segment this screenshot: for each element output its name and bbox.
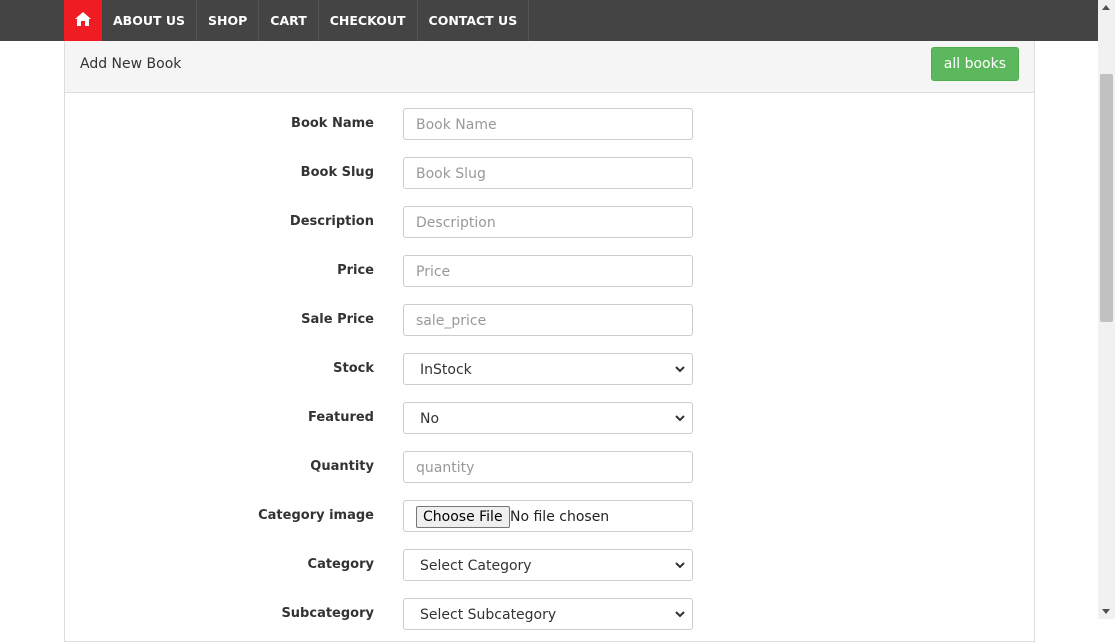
book-slug-input[interactable]: Book Slug — [403, 157, 693, 189]
category-image-row: Category image Choose File No file chose… — [65, 500, 1034, 534]
nav-shop[interactable]: SHOP — [197, 0, 260, 41]
nav-checkout[interactable]: CHECKOUT — [319, 0, 418, 41]
description-row: Description Description — [65, 206, 1034, 240]
nav-about-us-label: ABOUT US — [113, 13, 186, 28]
subcategory-select[interactable]: Select Subcategory — [403, 598, 693, 630]
subcategory-row: Subcategory Select Subcategory — [65, 598, 1034, 632]
description-input[interactable]: Description — [403, 206, 693, 238]
featured-label: Featured — [308, 410, 374, 425]
panel-heading: Add New Book all books — [65, 41, 1034, 93]
quantity-label: Quantity — [310, 459, 374, 474]
category-image-label: Category image — [258, 508, 374, 523]
stock-value: InStock — [420, 362, 472, 378]
category-select[interactable]: Select Category — [403, 549, 693, 581]
category-row: Category Select Category — [65, 549, 1034, 583]
page-title: Add New Book — [80, 56, 182, 72]
book-name-input[interactable]: Book Name — [403, 108, 693, 140]
subcategory-value: Select Subcategory — [420, 607, 557, 623]
add-book-panel: Add New Book all books Book Name Book Na… — [64, 41, 1035, 642]
all-books-button[interactable]: all books — [930, 47, 1019, 81]
nav-shop-label: SHOP — [208, 13, 248, 28]
stock-label: Stock — [333, 361, 374, 376]
price-row: Price Price — [65, 255, 1034, 289]
nav-checkout-label: CHECKOUT — [329, 13, 406, 28]
nav-about-us[interactable]: ABOUT US — [102, 0, 198, 41]
nav-cart-label: CART — [270, 13, 307, 28]
main-nav: ABOUT US SHOP CART CHECKOUT CONTACT US — [64, 0, 530, 41]
nav-cart[interactable]: CART — [259, 0, 319, 41]
page-scrollbar[interactable] — [1098, 0, 1115, 619]
book-slug-label: Book Slug — [300, 165, 374, 180]
file-status: No file chosen — [510, 509, 610, 525]
category-value: Select Category — [420, 558, 532, 574]
book-name-label: Book Name — [291, 116, 374, 131]
stock-select[interactable]: InStock — [403, 353, 693, 385]
chevron-down-icon — [674, 550, 686, 582]
price-input[interactable]: Price — [403, 255, 693, 287]
book-name-row: Book Name Book Name — [65, 108, 1034, 142]
nav-contact-us-label: CONTACT US — [428, 13, 518, 28]
nav-contact-us[interactable]: CONTACT US — [418, 0, 530, 41]
featured-value: No — [420, 411, 440, 427]
quantity-row: Quantity quantity — [65, 451, 1034, 485]
quantity-input[interactable]: quantity — [403, 451, 693, 483]
chevron-down-icon — [674, 403, 686, 435]
book-slug-row: Book Slug Book Slug — [65, 157, 1034, 191]
choose-file-button[interactable]: Choose File — [416, 506, 510, 528]
top-navbar: ABOUT US SHOP CART CHECKOUT CONTACT US — [0, 0, 1098, 41]
nav-home-link[interactable] — [64, 0, 102, 41]
home-icon — [74, 11, 92, 31]
sale-price-row: Sale Price sale_price — [65, 304, 1034, 338]
category-image-file-input[interactable]: Choose File No file chosen — [403, 500, 693, 532]
featured-select[interactable]: No — [403, 402, 693, 434]
scroll-down-icon[interactable] — [1102, 609, 1110, 614]
category-label: Category — [307, 557, 374, 572]
stock-row: Stock InStock — [65, 353, 1034, 387]
sale-price-label: Sale Price — [301, 312, 374, 327]
scrollbar-thumb[interactable] — [1100, 74, 1113, 322]
featured-row: Featured No — [65, 402, 1034, 436]
chevron-down-icon — [674, 599, 686, 631]
chevron-down-icon — [674, 354, 686, 386]
description-label: Description — [289, 214, 374, 229]
price-label: Price — [337, 263, 374, 278]
scroll-up-icon[interactable] — [1102, 5, 1110, 10]
sale-price-input[interactable]: sale_price — [403, 304, 693, 336]
